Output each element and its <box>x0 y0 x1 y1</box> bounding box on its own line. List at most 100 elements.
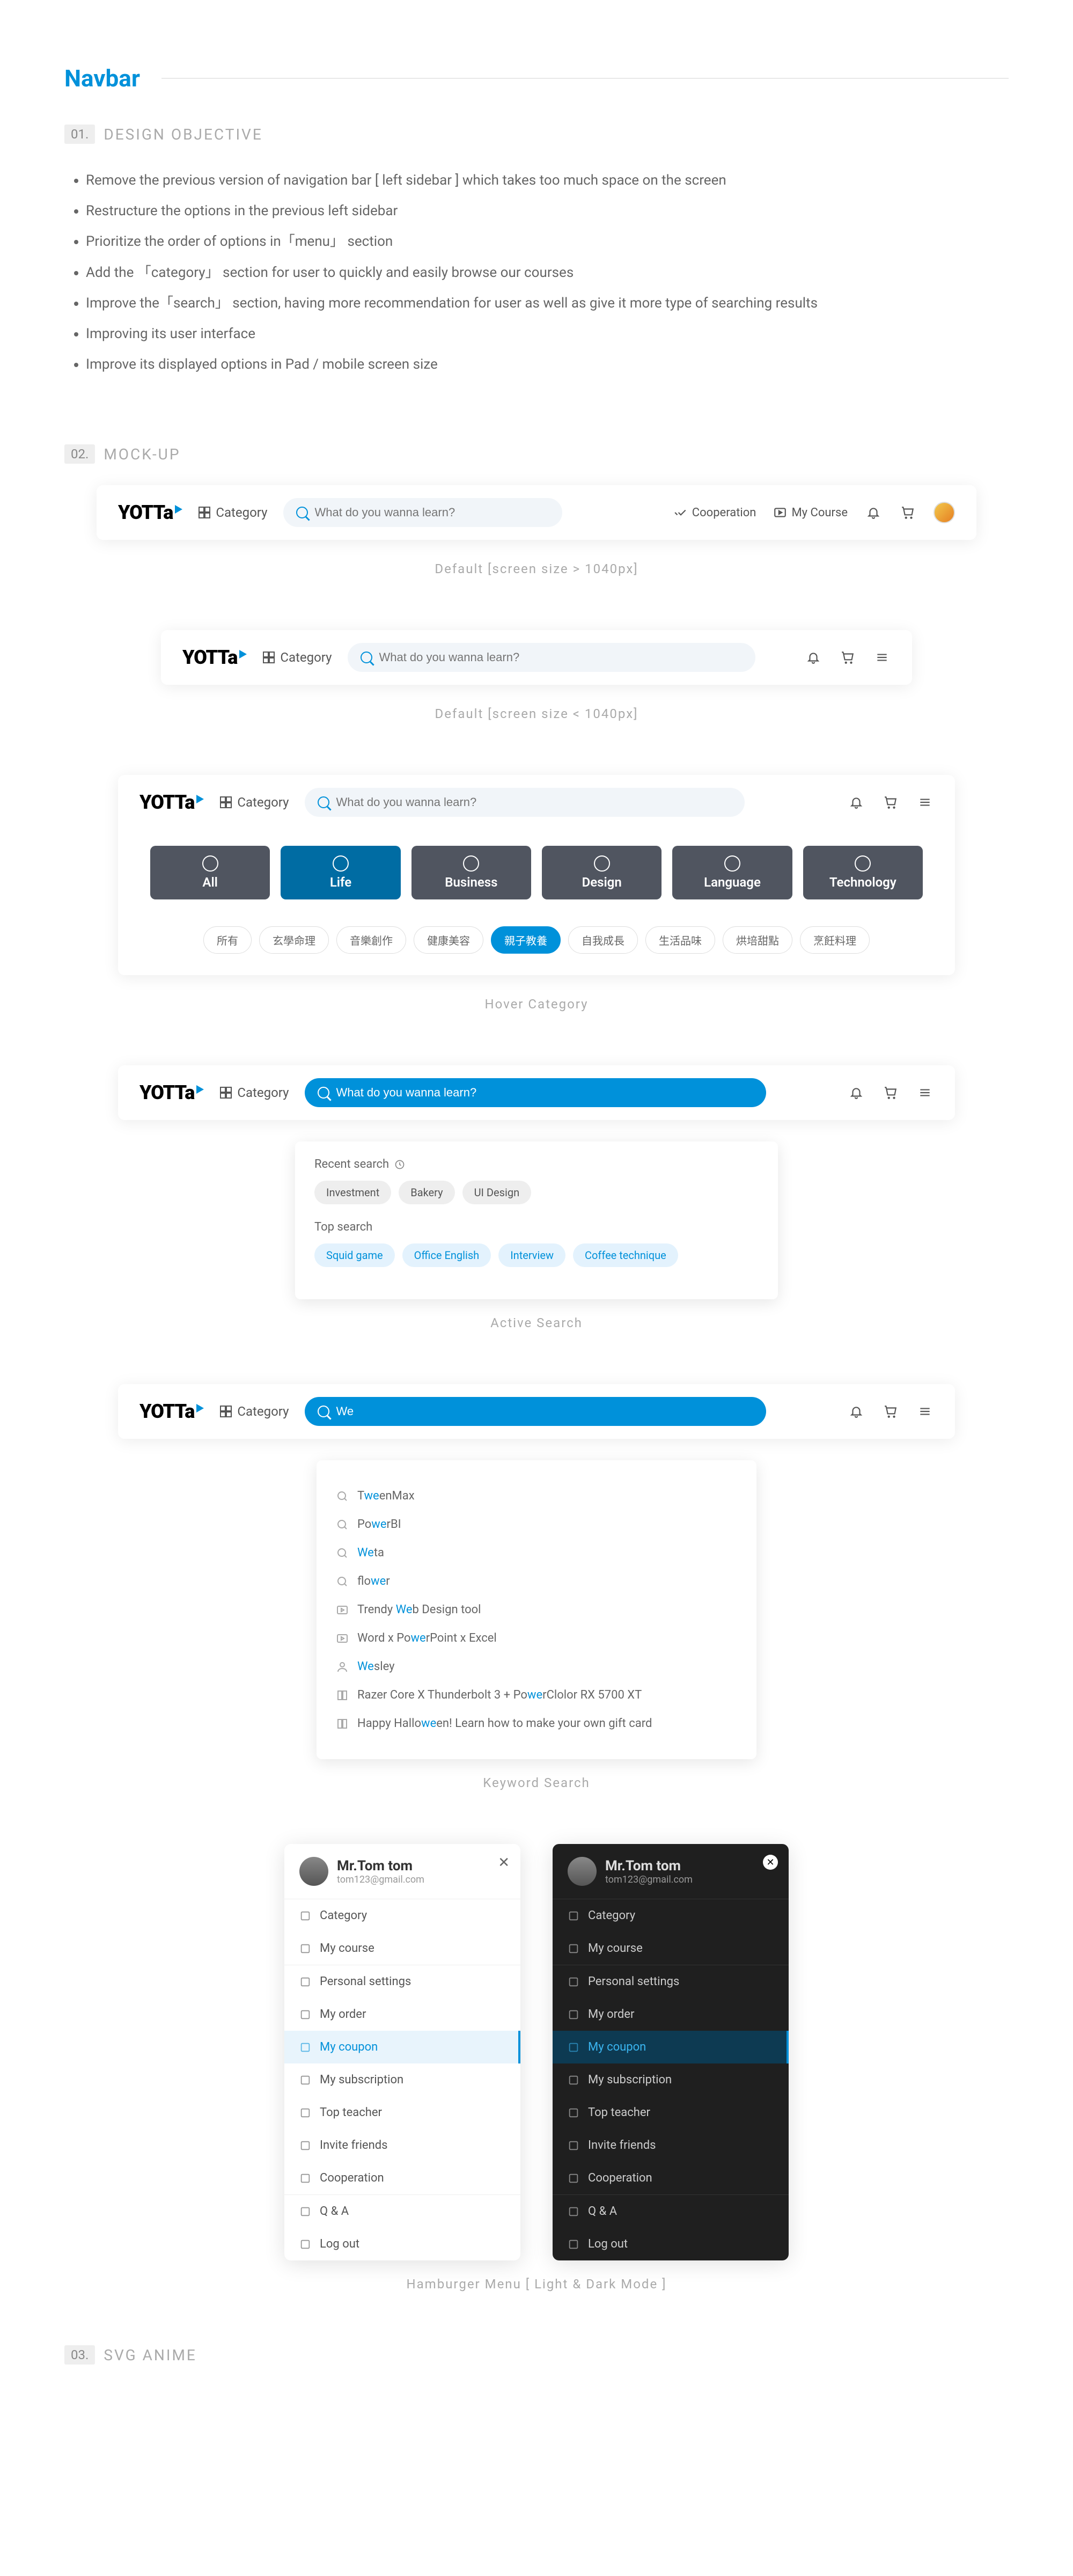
subcategory-pill[interactable]: 生活品味 <box>645 926 715 954</box>
suggestion-item[interactable]: Wesley <box>336 1652 737 1681</box>
menu-item[interactable]: My course <box>284 1932 520 1965</box>
cooperation-link[interactable]: Cooperation <box>674 506 756 519</box>
category-tile[interactable]: Design <box>542 846 662 899</box>
recent-tag[interactable]: Bakery <box>399 1181 454 1204</box>
subcategory-pill[interactable]: 自我成長 <box>568 926 638 954</box>
subcategory-pill[interactable]: 烹飪料理 <box>800 926 870 954</box>
suggestion-item[interactable]: Happy Halloween! Learn how to make your … <box>336 1709 737 1738</box>
menu-item[interactable]: My coupon <box>553 2031 789 2063</box>
menu-item[interactable]: My order <box>284 1998 520 2031</box>
category-button[interactable]: Category <box>220 1404 289 1419</box>
suggestion-item[interactable]: Razer Core X Thunderbolt 3 + PowerClolor… <box>336 1681 737 1709</box>
menu-item[interactable]: Cooperation <box>284 2162 520 2194</box>
bell-button[interactable] <box>848 794 865 811</box>
logo[interactable]: YOTTa <box>182 646 247 669</box>
menu-item[interactable]: Q & A <box>284 2195 520 2228</box>
burger-button[interactable] <box>916 1084 934 1101</box>
menu-item[interactable]: Personal settings <box>284 1965 520 1998</box>
category-tile[interactable]: Language <box>672 846 792 899</box>
menu-item[interactable]: Personal settings <box>553 1965 789 1998</box>
menu-item[interactable]: Log out <box>553 2228 789 2260</box>
menu-item[interactable]: Top teacher <box>284 2096 520 2129</box>
search-input[interactable] <box>314 506 549 519</box>
menu-item[interactable]: Cooperation <box>553 2162 789 2194</box>
category-button[interactable]: Category <box>199 505 267 520</box>
logo[interactable]: YOTTa <box>139 1400 204 1423</box>
category-button[interactable]: Category <box>263 650 332 665</box>
category-tile[interactable]: Business <box>411 846 531 899</box>
subcategory-pill[interactable]: 親子教養 <box>491 926 561 954</box>
top-tag[interactable]: Squid game <box>314 1243 395 1267</box>
subcategory-pill[interactable]: 玄學命理 <box>259 926 329 954</box>
cart-button[interactable] <box>899 504 916 521</box>
avatar[interactable] <box>299 1857 328 1886</box>
menu-username: Mr.Tom tom <box>605 1858 693 1874</box>
subcategory-pill[interactable]: 音樂創作 <box>336 926 406 954</box>
cart-button[interactable] <box>882 794 899 811</box>
menu-item[interactable]: Q & A <box>553 2195 789 2228</box>
search-input[interactable] <box>336 795 732 809</box>
menu-item[interactable]: Invite friends <box>284 2129 520 2162</box>
cart-button[interactable] <box>882 1403 899 1420</box>
search-bar-active[interactable] <box>305 1397 766 1426</box>
logo[interactable]: YOTTa <box>118 501 182 524</box>
mycourse-link[interactable]: My Course <box>773 506 848 519</box>
menu-item[interactable]: Log out <box>284 2228 520 2260</box>
burger-button[interactable] <box>873 649 891 666</box>
suggestion-item[interactable]: Word x PowerPoint x Excel <box>336 1624 737 1652</box>
category-button[interactable]: Category <box>220 1085 289 1100</box>
burger-button[interactable] <box>916 794 934 811</box>
bell-button[interactable] <box>805 649 822 666</box>
avatar[interactable] <box>568 1857 597 1886</box>
close-button[interactable]: ✕ <box>498 1855 510 1871</box>
menu-item[interactable]: My subscription <box>553 2063 789 2096</box>
suggestion-item[interactable]: Weta <box>336 1539 737 1567</box>
objective-item: Remove the previous version of navigatio… <box>86 165 1009 196</box>
cart-button[interactable] <box>839 649 856 666</box>
bell-button[interactable] <box>848 1084 865 1101</box>
search-input[interactable] <box>336 1086 753 1100</box>
recent-tag[interactable]: UI Design <box>462 1181 532 1204</box>
recent-tag[interactable]: Investment <box>314 1181 391 1204</box>
subcategory-pill[interactable]: 健康美容 <box>414 926 483 954</box>
top-tag[interactable]: Interview <box>498 1243 565 1267</box>
menu-username: Mr.Tom tom <box>337 1858 424 1874</box>
bell-button[interactable] <box>865 504 882 521</box>
category-button[interactable]: Category <box>220 795 289 810</box>
subcategory-pill[interactable]: 烘培甜點 <box>723 926 792 954</box>
subcategory-pill[interactable]: 所有 <box>203 926 252 954</box>
top-tag[interactable]: Office English <box>402 1243 491 1267</box>
category-tile[interactable]: Technology <box>803 846 923 899</box>
search-input[interactable] <box>336 1404 753 1418</box>
cart-button[interactable] <box>882 1084 899 1101</box>
search-bar-active[interactable] <box>305 1078 766 1107</box>
close-button[interactable]: ✕ <box>763 1855 778 1870</box>
bell-button[interactable] <box>848 1403 865 1420</box>
menu-item[interactable]: My course <box>553 1932 789 1965</box>
logo-triangle-icon <box>175 505 182 514</box>
recent-label: Recent search <box>314 1158 759 1171</box>
search-input[interactable] <box>379 650 743 664</box>
suggestion-item[interactable]: PowerBI <box>336 1510 737 1539</box>
menu-item[interactable]: Invite friends <box>553 2129 789 2162</box>
suggestion-item[interactable]: flower <box>336 1567 737 1596</box>
menu-item[interactable]: My order <box>553 1998 789 2031</box>
menu-item[interactable]: My subscription <box>284 2063 520 2096</box>
menu-item[interactable]: Category <box>553 1899 789 1932</box>
search-bar[interactable] <box>283 498 562 527</box>
top-tag[interactable]: Coffee technique <box>573 1243 678 1267</box>
menu-item[interactable]: Category <box>284 1899 520 1932</box>
search-bar[interactable] <box>305 788 745 817</box>
logo[interactable]: YOTTa <box>139 1081 204 1104</box>
category-tile[interactable]: Life <box>281 846 400 899</box>
search-bar[interactable] <box>348 643 755 672</box>
logo[interactable]: YOTTa <box>139 791 204 814</box>
category-tile-icon <box>463 855 479 872</box>
category-tile[interactable]: All <box>150 846 270 899</box>
menu-item[interactable]: Top teacher <box>553 2096 789 2129</box>
suggestion-item[interactable]: TweenMax <box>336 1482 737 1510</box>
burger-button[interactable] <box>916 1403 934 1420</box>
suggestion-item[interactable]: Trendy Web Design tool <box>336 1596 737 1624</box>
avatar[interactable] <box>934 502 955 523</box>
menu-item[interactable]: My coupon <box>284 2031 520 2063</box>
